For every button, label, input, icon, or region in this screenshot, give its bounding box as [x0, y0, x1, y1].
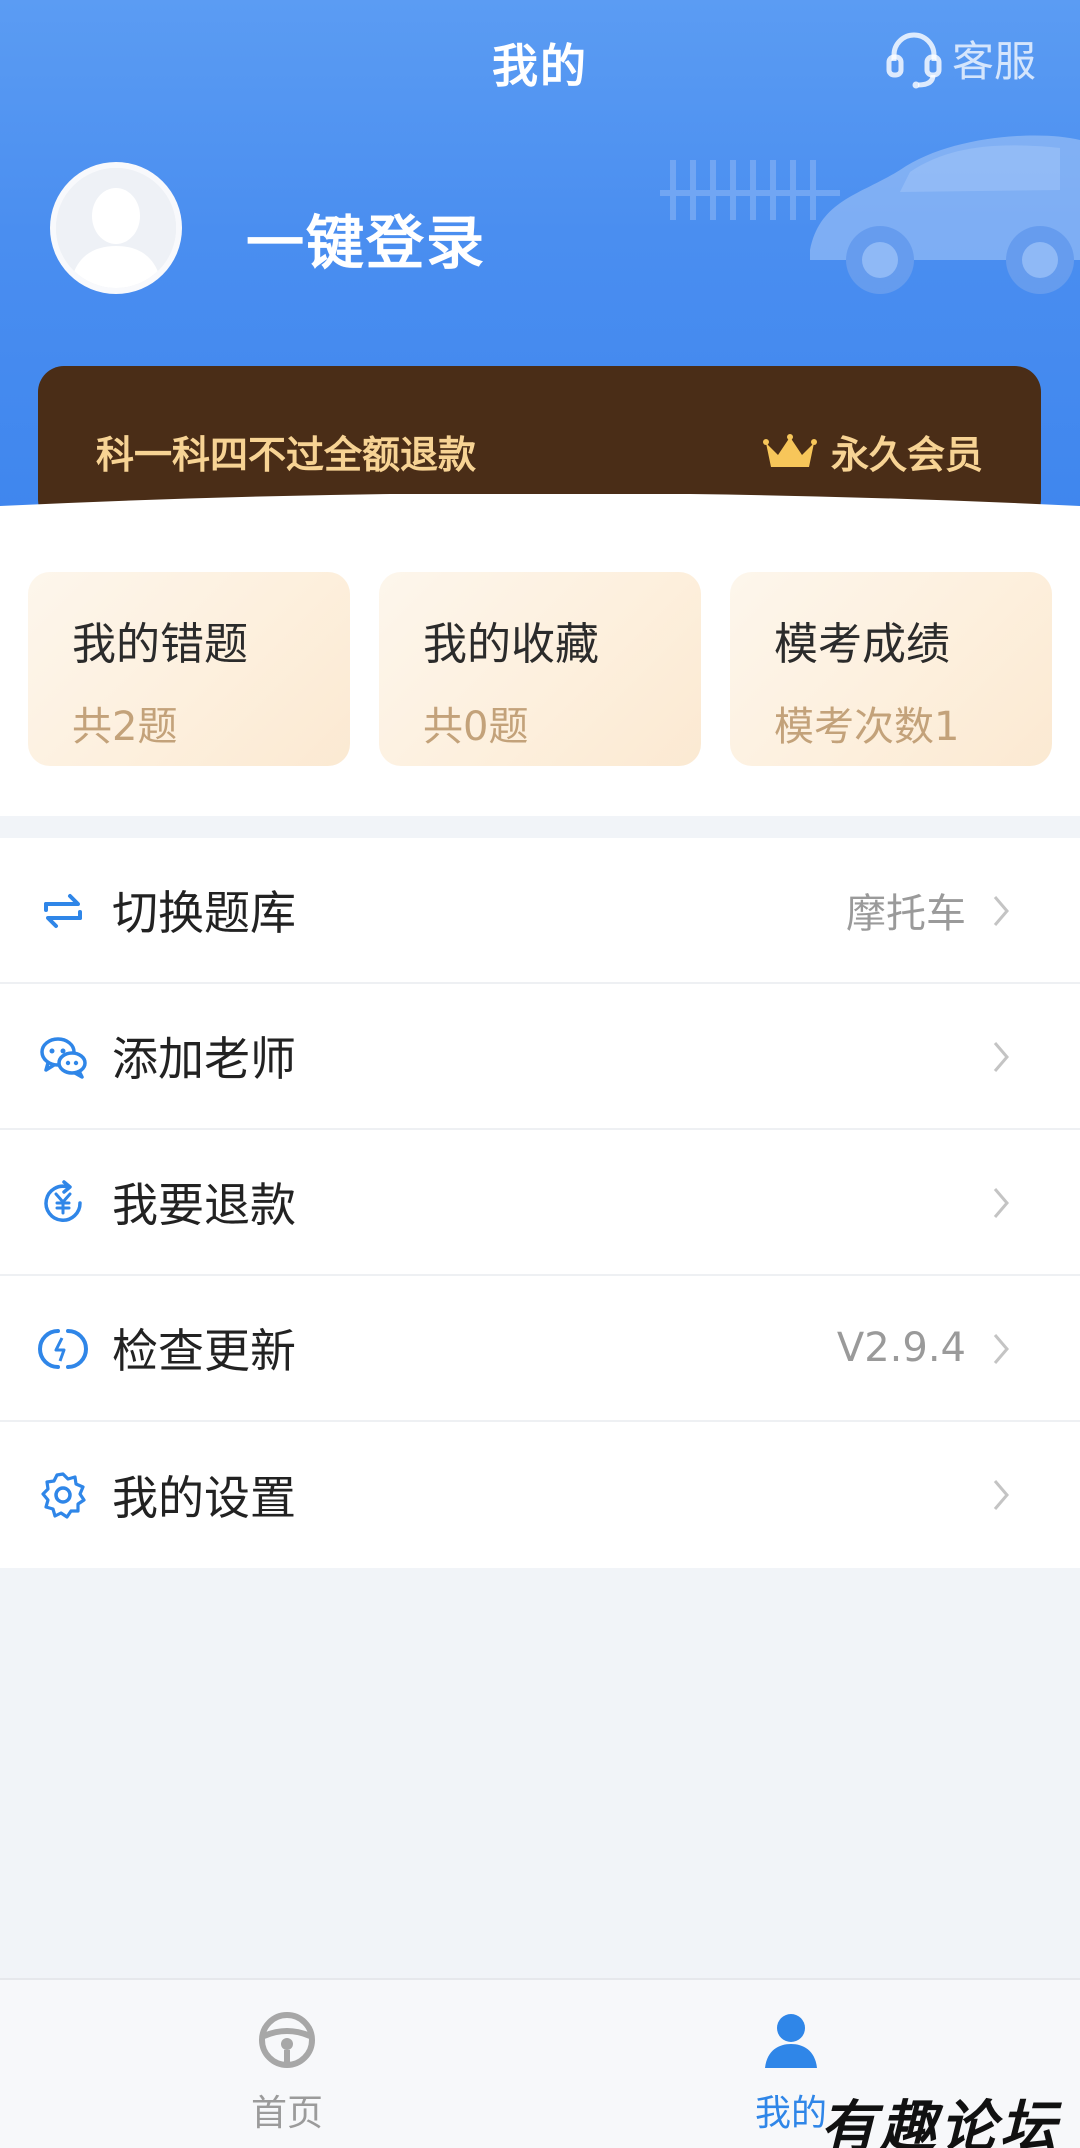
- headset-icon: [886, 32, 942, 88]
- menu-item-label: 我要退款: [112, 1178, 296, 1232]
- one-click-login-button[interactable]: 一键登录: [246, 196, 486, 280]
- stat-sub: 模考次数1: [774, 704, 960, 750]
- chevron-right-icon: [993, 896, 1009, 926]
- forum-watermark: 有趣论坛: [820, 2094, 1060, 2148]
- steering-wheel-icon: [259, 2012, 315, 2068]
- chevron-right-icon: [993, 1042, 1009, 1072]
- settings-menu: 切换题库 摩托车 添加老师 我要退款 检查更新 V2.9.4 我的设置: [0, 838, 1080, 1568]
- stat-title: 我的收藏: [423, 619, 599, 670]
- chevron-right-icon: [993, 1188, 1009, 1218]
- refund-icon: [44, 1180, 82, 1222]
- crown-icon: [762, 433, 817, 467]
- gear-icon: [41, 1472, 86, 1519]
- menu-item-label: 切换题库: [112, 886, 296, 940]
- wrong-questions-card[interactable]: 我的错题 共2题: [28, 572, 350, 766]
- default-avatar-icon: [56, 168, 176, 288]
- stats-section: 我的错题 共2题 我的收藏 共0题 模考成绩 模考次数1: [0, 520, 1080, 816]
- user-icon: [765, 2014, 817, 2068]
- menu-item-label: 检查更新: [112, 1324, 296, 1378]
- stat-sub: 共0题: [423, 704, 529, 750]
- app-version: V2.9.4: [836, 1325, 966, 1371]
- chevron-right-icon: [993, 1334, 1009, 1364]
- customer-service-button[interactable]: 客服: [886, 28, 1036, 89]
- vip-member-label: 永久会员: [830, 433, 983, 477]
- tab-label: 首页: [250, 2093, 323, 2134]
- car-illustration: [660, 135, 1080, 294]
- customer-service-label: 客服: [951, 37, 1036, 86]
- stat-title: 我的错题: [72, 619, 248, 670]
- tab-home[interactable]: 首页: [137, 1980, 437, 2148]
- stat-title: 模考成绩: [774, 619, 950, 670]
- mock-exam-score-card[interactable]: 模考成绩 模考次数1: [730, 572, 1052, 766]
- vip-promo-text: 科一科四不过全额退款: [96, 433, 477, 477]
- menu-item-check-update[interactable]: 检查更新 V2.9.4: [0, 1276, 1080, 1422]
- vip-member-link[interactable]: 永久会员: [762, 424, 983, 479]
- favorites-card[interactable]: 我的收藏 共0题: [379, 572, 701, 766]
- menu-item-switch-question-bank[interactable]: 切换题库 摩托车: [0, 838, 1080, 984]
- menu-item-settings[interactable]: 我的设置: [0, 1422, 1080, 1568]
- menu-item-refund[interactable]: 我要退款: [0, 1130, 1080, 1276]
- chevron-right-icon: [993, 1480, 1009, 1510]
- stat-sub: 共2题: [72, 704, 178, 750]
- section-divider: [0, 816, 1080, 838]
- avatar[interactable]: [50, 162, 182, 294]
- menu-item-add-teacher[interactable]: 添加老师: [0, 984, 1080, 1130]
- update-icon: [38, 1329, 88, 1369]
- profile-header: 我的 客服 一键登录 科一科四不过全额退款 永久会员: [0, 0, 1080, 520]
- switch-icon: [44, 894, 82, 928]
- wechat-icon: [40, 1037, 87, 1079]
- menu-item-label: 添加老师: [112, 1032, 296, 1086]
- menu-item-label: 我的设置: [112, 1471, 296, 1525]
- current-question-bank: 摩托车: [846, 891, 966, 937]
